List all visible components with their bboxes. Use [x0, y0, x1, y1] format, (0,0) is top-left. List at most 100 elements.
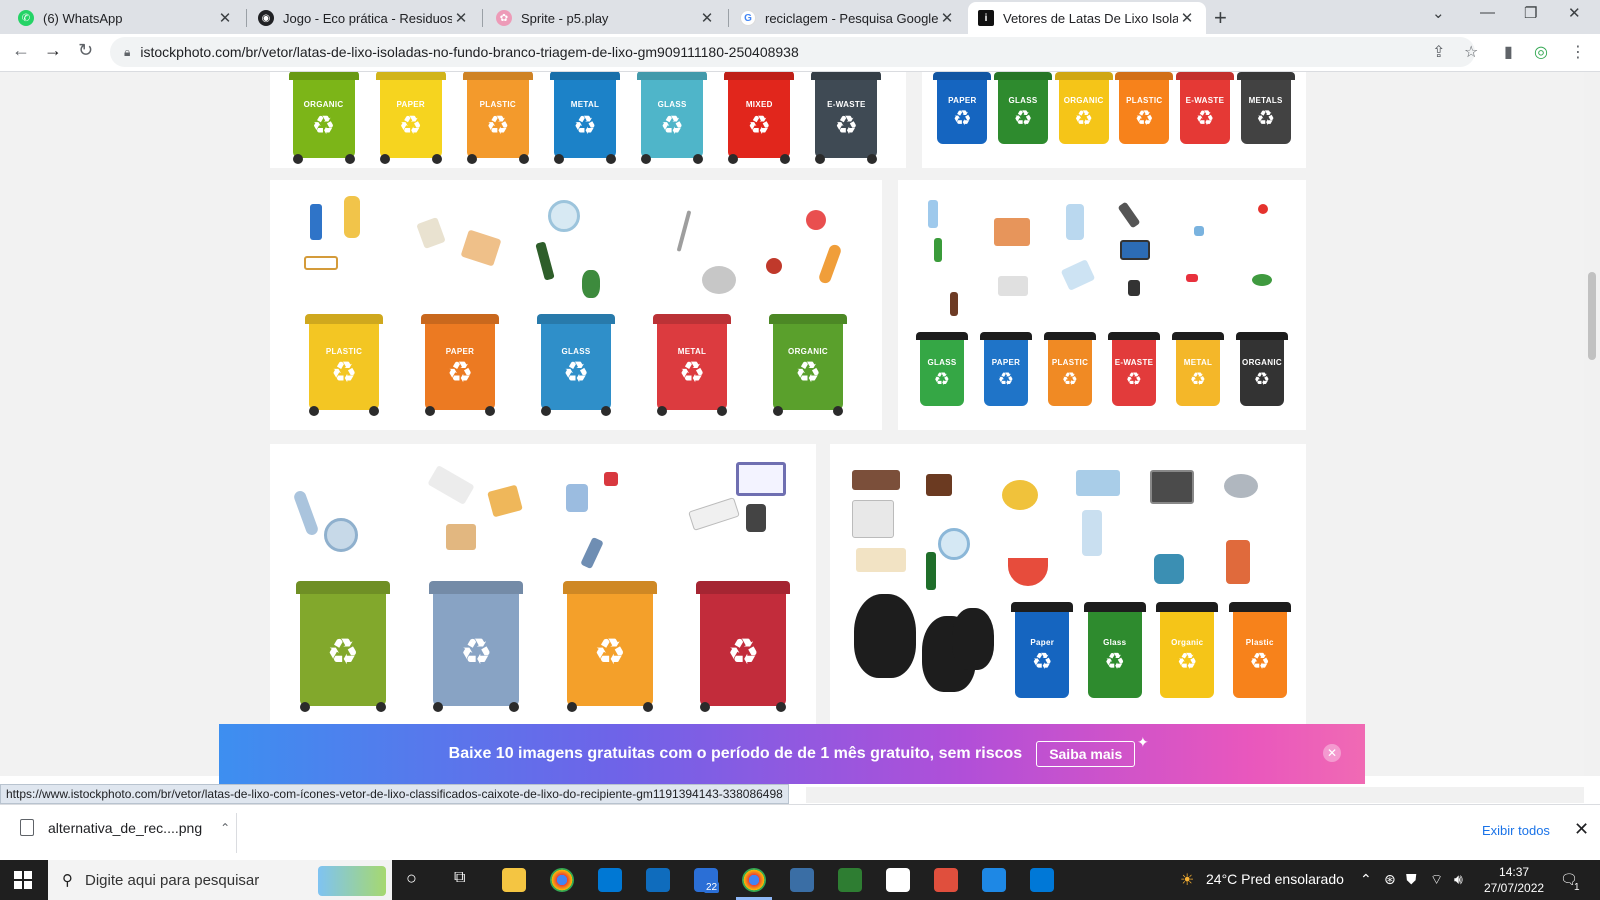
tab-google-search[interactable]: G reciclagem - Pesquisa Google ✕ — [730, 2, 966, 34]
store-icon[interactable] — [598, 868, 622, 892]
back-arrow-icon[interactable]: ← — [12, 40, 30, 61]
recycle-icon: ♻ — [1256, 106, 1276, 130]
trash-bag-image — [952, 608, 994, 670]
app-icon[interactable] — [982, 868, 1006, 892]
extension-icon[interactable]: ◎ — [1534, 42, 1548, 62]
wifi-icon[interactable]: ⌔ — [1430, 871, 1443, 889]
url-text[interactable]: istockphoto.com/br/vetor/latas-de-lixo-i… — [140, 44, 798, 60]
show-all-downloads-link[interactable]: Exibir todos — [1482, 823, 1550, 838]
recycle-icon: ♻ — [997, 369, 1015, 389]
vertical-scrollbar[interactable] — [1584, 72, 1600, 776]
trash-bin-image: ♻ — [295, 581, 390, 712]
download-item[interactable]: alternativa_de_rec....png ⌃ — [20, 819, 230, 836]
side-panel-icon[interactable]: ▮ — [1504, 42, 1513, 62]
address-bar[interactable]: 🔒︎ istockphoto.com/br/vetor/latas-de-lix… — [110, 37, 1475, 67]
tab-istock-active[interactable]: i Vetores de Latas De Lixo Isoladas ✕ — [968, 2, 1206, 34]
bin-label: PLASTIC — [479, 100, 516, 109]
windows-start-icon[interactable] — [14, 871, 32, 889]
share-icon[interactable]: ⇪ — [1432, 42, 1445, 62]
bin-label: ORGANIC — [1063, 95, 1104, 105]
recycle-icon: ♻ — [1195, 106, 1215, 130]
bin-label: PAPER — [445, 346, 475, 356]
globe-icon: ◉ — [258, 10, 274, 26]
app-icon[interactable] — [934, 868, 958, 892]
download-filename[interactable]: alternativa_de_rec....png — [48, 820, 202, 836]
chevron-up-icon[interactable]: ⌃ — [1360, 871, 1372, 888]
trash-bag-image — [854, 594, 916, 678]
learn-more-button[interactable]: Saiba mais — [1036, 741, 1136, 767]
close-icon[interactable]: ✕ — [452, 9, 470, 27]
bin-label: E-WASTE — [827, 100, 866, 109]
taskbar-search[interactable]: ⚲ Digite aqui para pesquisar — [48, 860, 392, 900]
recycle-icon: ♻ — [1176, 647, 1198, 674]
recycle-icon: ♻ — [834, 110, 859, 140]
lock-icon[interactable]: 🔒︎ — [124, 45, 130, 60]
chrome-icon[interactable] — [550, 868, 574, 892]
bin-label: METAL — [677, 346, 707, 356]
file-explorer-icon[interactable] — [502, 868, 526, 892]
close-icon[interactable]: ✕ — [938, 9, 956, 27]
cortana-circle-icon[interactable]: ○ — [406, 868, 417, 889]
recycle-icon: ♻ — [311, 110, 336, 140]
system-clock[interactable]: 14:37 27/07/2022 — [1484, 864, 1544, 896]
app-icon[interactable] — [790, 868, 814, 892]
recycle-icon: ♻ — [1253, 369, 1271, 389]
new-tab-button[interactable]: + — [1214, 5, 1227, 31]
image-card-trash-bins-1[interactable]: ORGANIC ♻ PAPER ♻ PLASTIC ♻ METAL ♻ GLASS ♻ MIXED ♻… — [270, 72, 906, 168]
bin-label: E-WASTE — [1114, 358, 1154, 367]
close-icon[interactable]: ✕ — [698, 9, 716, 27]
trash-bin-image: MIXED ♻ — [724, 72, 795, 164]
volume-icon[interactable]: 🔊︎ — [1454, 871, 1463, 888]
trash-bin-image: METAL ♻ — [549, 72, 620, 164]
bin-label: MIXED — [745, 100, 773, 109]
chevron-up-icon[interactable]: ⌃ — [220, 821, 230, 835]
weather-text[interactable]: 24°C Pred ensolarado — [1206, 871, 1344, 887]
flower-icon: ✿ — [496, 10, 512, 26]
recycle-icon: ♻ — [795, 356, 821, 389]
restore-button[interactable]: ❐ — [1524, 4, 1537, 22]
weather-sun-icon[interactable]: ☀ — [1180, 870, 1194, 890]
bin-label: Glass — [1103, 637, 1127, 647]
close-download-bar-icon[interactable]: ✕ — [1574, 819, 1589, 840]
trash-bin-image: METALS ♻ — [1236, 72, 1295, 144]
minimize-button[interactable]: — — [1480, 4, 1495, 21]
image-card-four-bins[interactable]: ♻ ♻ ♻ ♻ — [270, 444, 816, 734]
image-card-waste-categories[interactable]: Paper ♻ Glass ♻ Organic ♻ Plastic ♻ — [830, 444, 1306, 734]
recycle-icon: ♻ — [1125, 369, 1143, 389]
reload-icon[interactable]: ↻ — [78, 40, 93, 61]
menu-kebab-icon[interactable]: ⋮ — [1570, 42, 1586, 62]
tab-eco-pratica[interactable]: ◉ Jogo - Eco prática - Residuos ✕ — [248, 2, 480, 34]
trash-bin-image: ORGANIC ♻ — [1054, 72, 1113, 144]
bin-label: Organic — [1171, 637, 1204, 647]
image-card-waste-types[interactable]: GLASS ♻ PAPER ♻ PLASTIC ♻ E-WASTE ♻ METAL ♻ ORGANI… — [898, 180, 1306, 430]
star-icon[interactable]: ☆ — [1464, 42, 1478, 62]
mail-icon[interactable] — [646, 868, 670, 892]
bin-label: GLASS — [927, 358, 957, 367]
close-icon[interactable]: ✕ — [216, 9, 234, 27]
close-icon[interactable]: ✕ — [1178, 9, 1196, 27]
close-window-button[interactable]: ✕ — [1568, 4, 1581, 22]
notepad-icon[interactable] — [886, 868, 910, 892]
network-icon[interactable]: ⊛ — [1384, 871, 1396, 888]
recycle-icon: ♻ — [1031, 647, 1053, 674]
notification-count: 1 — [1574, 882, 1580, 893]
image-card-trash-bins-2[interactable]: PAPER ♻ GLASS ♻ ORGANIC ♻ PLASTIC ♻ E-WASTE ♻ META… — [922, 72, 1306, 168]
sparkle-icon: ✦ — [1137, 734, 1149, 750]
scrollbar-thumb[interactable] — [1588, 272, 1596, 360]
bin-label: METALS — [1248, 95, 1283, 105]
excel-icon[interactable] — [838, 868, 862, 892]
tab-whatsapp[interactable]: ✆ (6) WhatsApp ✕ — [8, 2, 244, 34]
tab-search-chevron-icon[interactable]: ⌄ — [1432, 4, 1445, 22]
security-icon[interactable]: ⛊ — [1406, 871, 1417, 888]
close-banner-icon[interactable]: ✕ — [1323, 744, 1341, 762]
bin-label: GLASS — [561, 346, 591, 356]
image-card-sorting-bins[interactable]: PLASTIC ♻ PAPER ♻ GLASS ♻ METAL ♻ ORGANIC ♻ — [270, 180, 882, 430]
bin-label: PLASTIC — [1051, 358, 1089, 367]
horizontal-scrollbar[interactable] — [806, 787, 1584, 803]
chrome-active-icon[interactable] — [742, 868, 766, 892]
tab-p5play[interactable]: ✿ Sprite - p5.play ✕ — [486, 2, 726, 34]
vscode-icon[interactable] — [1030, 868, 1054, 892]
task-view-icon[interactable]: ⧉ — [454, 869, 465, 887]
forward-arrow-icon[interactable]: → — [44, 40, 62, 61]
trash-bin-image: Plastic ♻ — [1228, 602, 1291, 698]
